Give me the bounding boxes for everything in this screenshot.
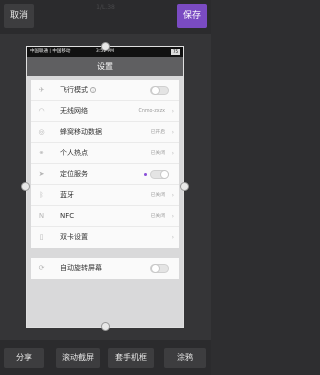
crop-handle-top[interactable]: [101, 42, 110, 51]
wifi-icon: ◠: [38, 107, 45, 115]
settings-group-main: ✈ 飞行模式 i ◠ 无线网络 Cnmo-zxzx › ◎ 蜂窝移动数据 已开启 …: [31, 80, 179, 248]
hotspot-value: 已关闭: [150, 151, 165, 156]
chevron-right-icon: ›: [171, 213, 174, 220]
wifi-value: Cnmo-zxzx: [138, 109, 165, 114]
settings-row-dual-sim: ▯ 双卡设置 ›: [31, 227, 179, 248]
nfc-icon: N: [38, 212, 45, 220]
toggle-knob: [160, 170, 169, 179]
location-icon: ➤: [38, 170, 45, 178]
crop-handle-bottom[interactable]: [101, 322, 110, 331]
bluetooth-icon: ᛒ: [39, 191, 44, 199]
settings-row-location: ➤ 定位服务: [31, 164, 179, 185]
mobile-data-icon: ◎: [38, 128, 45, 136]
phone-frame-button[interactable]: 套手机框: [108, 348, 154, 368]
battery-icon: 75: [171, 49, 180, 55]
crop-handle-right[interactable]: [180, 182, 189, 191]
status-dot: [144, 173, 147, 176]
chevron-right-icon: ›: [171, 150, 174, 157]
settings-row-nfc: N NFC 已关闭 ›: [31, 206, 179, 227]
hotspot-icon: ⚭: [38, 149, 45, 157]
settings-row-label: 个人热点: [60, 149, 88, 157]
settings-row-hotspot: ⚭ 个人热点 已关闭 ›: [31, 143, 179, 164]
chevron-right-icon: ›: [171, 192, 174, 199]
settings-row-label: 蓝牙: [60, 191, 74, 199]
toggle-knob: [151, 264, 160, 273]
settings-row-auto-rotate: ⟳ 自动旋转屏幕: [31, 258, 179, 279]
settings-row-label: 飞行模式: [60, 86, 88, 94]
info-icon: i: [90, 87, 96, 93]
rotate-lock-icon: ⟳: [38, 264, 45, 272]
sim-icon: ▯: [39, 233, 44, 241]
save-button[interactable]: 保存: [177, 4, 207, 28]
airplane-icon: ✈: [38, 86, 45, 94]
settings-row-label: NFC: [60, 212, 75, 220]
doodle-button[interactable]: 涂鸦: [164, 348, 206, 368]
chevron-right-icon: ›: [171, 108, 174, 115]
settings-row-label: 定位服务: [60, 170, 88, 178]
settings-row-airplane: ✈ 飞行模式 i: [31, 80, 179, 101]
settings-title: 设置: [27, 57, 183, 76]
settings-row-label: 双卡设置: [60, 233, 88, 241]
auto-rotate-toggle: [150, 264, 169, 273]
location-toggle: [144, 170, 169, 179]
crop-handle-left[interactable]: [21, 182, 30, 191]
mobile-data-value: 已开启: [150, 130, 165, 135]
settings-row-label: 无线网络: [60, 107, 88, 115]
airplane-toggle: [150, 86, 169, 95]
settings-row-bluetooth: ᛒ 蓝牙 已关闭 ›: [31, 185, 179, 206]
settings-row-label: 蜂窝移动数据: [60, 128, 102, 136]
nfc-value: 已关闭: [150, 214, 165, 219]
bluetooth-value: 已关闭: [150, 193, 165, 198]
settings-row-label: 自动旋转屏幕: [60, 264, 102, 272]
top-toolbar: 取消 1/L.38 保存: [0, 0, 211, 34]
toggle-knob: [151, 86, 160, 95]
settings-row-mobile-data: ◎ 蜂窝移动数据 已开启 ›: [31, 122, 179, 143]
settings-row-wifi: ◠ 无线网络 Cnmo-zxzx ›: [31, 101, 179, 122]
chevron-right-icon: ›: [171, 234, 174, 241]
share-button[interactable]: 分享: [4, 348, 44, 368]
settings-group-display: ⟳ 自动旋转屏幕: [31, 258, 179, 279]
chevron-right-icon: ›: [171, 129, 174, 136]
screenshot-crop-area[interactable]: 中国联通 | 中国移动 3:51 PM 75 设置 ✈ 飞行模式 i ◠ 无线网络…: [26, 46, 184, 328]
bottom-toolbar: 分享 滚动截屏 套手机框 涂鸦: [0, 340, 211, 375]
scroll-screenshot-button[interactable]: 滚动截屏: [56, 348, 100, 368]
